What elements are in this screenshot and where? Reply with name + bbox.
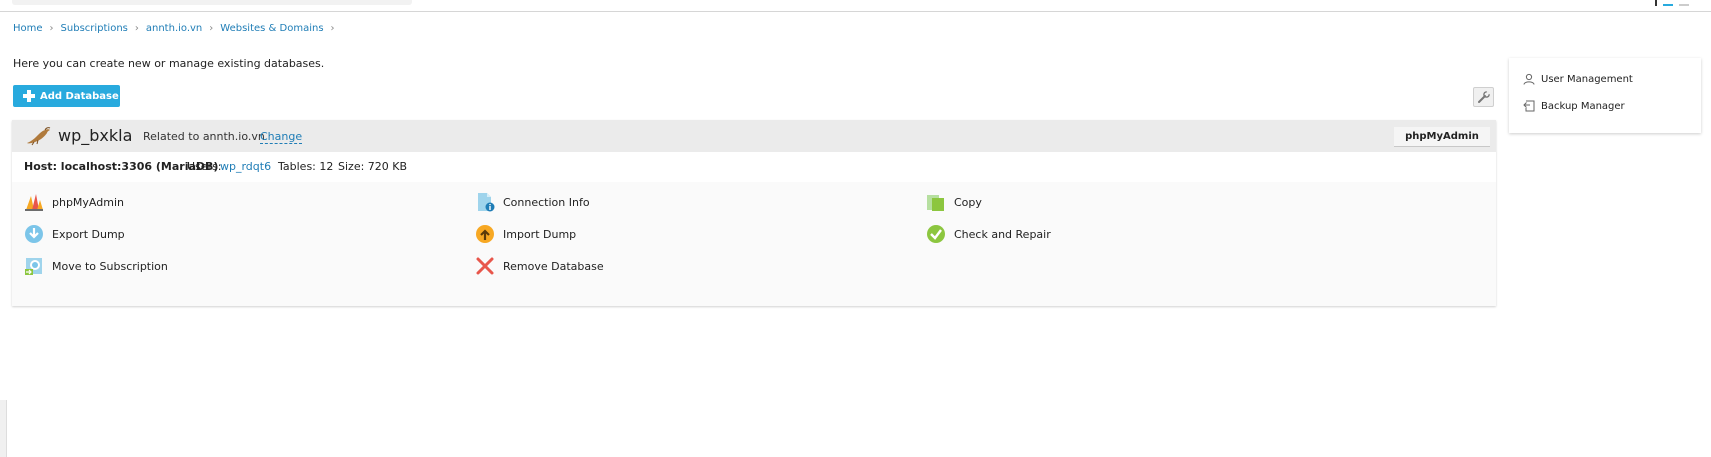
users-link[interactable]: wp_rdqt6	[220, 160, 271, 173]
header-tab-active[interactable]	[1663, 0, 1673, 6]
breadcrumb-separator: ›	[134, 23, 139, 34]
action-check-repair[interactable]: Check and Repair	[926, 224, 1051, 244]
export-dump-icon	[25, 225, 43, 243]
wrench-icon	[1478, 90, 1491, 103]
related-domain-text: Related to annth.io.vn	[143, 130, 265, 143]
global-search-input[interactable]	[12, 0, 412, 5]
copy-icon	[927, 195, 944, 211]
user-management-link[interactable]: User Management	[1523, 73, 1633, 85]
breadcrumb: Home › Subscriptions › annth.io.vn › Web…	[13, 23, 342, 34]
import-dump-icon	[476, 225, 494, 243]
tools-button[interactable]	[1473, 87, 1494, 107]
add-database-label: Add Database	[40, 90, 119, 102]
backup-manager-link[interactable]: Backup Manager	[1523, 100, 1625, 112]
page-description: Here you can create new or manage existi…	[13, 57, 325, 70]
action-import-dump[interactable]: Import Dump	[475, 224, 576, 244]
action-label: Connection Info	[503, 195, 590, 209]
tables-info: Tables: 12	[278, 160, 334, 173]
user-icon	[1523, 73, 1535, 85]
size-info: Size: 720 KB	[338, 160, 408, 173]
phpmyadmin-button[interactable]: phpMyAdmin	[1394, 127, 1490, 147]
header-tab[interactable]	[1679, 0, 1689, 6]
database-card: wp_bxkla Related to annth.io.vn Change p…	[12, 120, 1496, 306]
header-divider	[1655, 0, 1657, 6]
database-card-header: wp_bxkla Related to annth.io.vn Change p…	[12, 120, 1496, 152]
breadcrumb-domain[interactable]: annth.io.vn	[146, 23, 202, 34]
add-database-button[interactable]: Add Database	[13, 85, 120, 107]
top-header	[0, 0, 1711, 12]
action-label: Check and Repair	[954, 227, 1051, 241]
database-info-row: Host: localhost:3306 (MariaDB) Users: wp…	[12, 152, 1496, 182]
breadcrumb-websites-domains[interactable]: Websites & Domains	[220, 23, 323, 34]
backup-icon	[1523, 100, 1535, 112]
phpmyadmin-icon	[25, 194, 43, 211]
breadcrumb-separator: ›	[209, 23, 214, 34]
action-label: Copy	[954, 195, 982, 209]
action-phpmyadmin[interactable]: phpMyAdmin	[24, 192, 124, 212]
change-domain-link[interactable]: Change	[260, 130, 303, 144]
action-label: Import Dump	[503, 227, 577, 241]
breadcrumb-subscriptions[interactable]: Subscriptions	[61, 23, 128, 34]
user-management-label: User Management	[1541, 73, 1633, 85]
action-connection-info[interactable]: Connection Info	[475, 192, 590, 212]
backup-manager-label: Backup Manager	[1541, 100, 1625, 112]
move-subscription-icon	[25, 258, 42, 275]
remove-icon	[476, 257, 494, 275]
connection-info-icon	[478, 193, 495, 212]
database-seal-icon	[27, 127, 51, 146]
check-repair-icon	[927, 225, 945, 243]
breadcrumb-separator: ›	[49, 23, 54, 34]
breadcrumb-separator: ›	[330, 23, 335, 34]
action-label: phpMyAdmin	[52, 195, 124, 209]
plus-icon	[23, 90, 35, 102]
action-label: Move to Subscription	[52, 259, 168, 273]
action-move-to-subscription[interactable]: Move to Subscription	[24, 256, 168, 276]
header-controls	[1655, 0, 1703, 6]
action-label: Export Dump	[52, 227, 125, 241]
action-remove-database[interactable]: Remove Database	[475, 256, 604, 276]
breadcrumb-home[interactable]: Home	[13, 23, 43, 34]
side-panel: User Management Backup Manager	[1509, 58, 1701, 133]
users-label: Users:	[187, 160, 222, 173]
collapsed-side-tab[interactable]	[0, 400, 7, 457]
action-export-dump[interactable]: Export Dump	[24, 224, 125, 244]
database-name[interactable]: wp_bxkla	[58, 126, 132, 145]
action-copy[interactable]: Copy	[926, 192, 982, 212]
action-label: Remove Database	[503, 259, 604, 273]
